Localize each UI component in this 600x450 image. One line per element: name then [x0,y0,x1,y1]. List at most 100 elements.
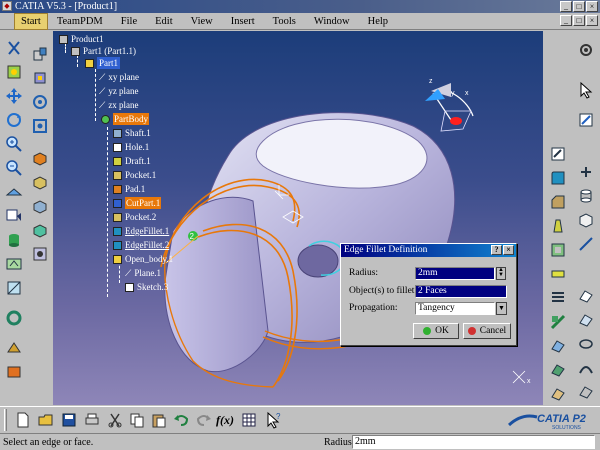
zoom-out-icon[interactable] [4,158,24,178]
render-style-icon[interactable] [4,278,24,298]
thickness-icon[interactable] [548,264,568,284]
tree-node-open-body[interactable]: Open_body.1 [113,253,173,265]
multi-view-icon[interactable] [4,206,24,226]
constraint-icon[interactable] [30,92,50,112]
pan-icon[interactable] [4,86,24,106]
redo-icon[interactable] [195,411,213,429]
tree-node-pad[interactable]: Pad.1 [113,183,145,195]
close-surface-icon[interactable] [548,360,568,380]
fillet-icon[interactable] [548,168,568,188]
tree-node-pocket-2[interactable]: Pocket.2 [113,211,156,223]
swept-icon[interactable] [4,308,24,328]
doc-minimize-button[interactable]: _ [560,15,572,26]
3d-viewport[interactable]: 2 z y x x Product1 Part1 (Part1.1) Part1… [53,31,543,405]
new-file-icon[interactable] [14,411,32,429]
chevron-down-icon[interactable]: ▼ [496,302,507,315]
select-arrow-icon[interactable] [576,80,596,100]
sweep-icon[interactable] [576,358,596,378]
pocket-icon[interactable] [30,172,50,192]
extrude-icon[interactable] [576,310,596,330]
zoom-in-icon[interactable] [4,134,24,154]
normal-view-icon[interactable] [4,182,24,202]
menu-start[interactable]: Start [14,12,48,30]
tree-node-pocket-1[interactable]: Pocket.1 [113,169,156,181]
thick-surface-icon[interactable] [548,336,568,356]
material-icon[interactable] [4,338,24,358]
menu-file[interactable]: File [112,14,146,29]
line-icon[interactable] [576,234,596,254]
tree-node-edgefillet-2[interactable]: EdgeFillet.2 [113,239,169,251]
surface-icon[interactable] [576,286,596,306]
tree-node-zx-plane[interactable]: ⟋ zx plane [99,99,139,111]
close-button[interactable]: × [586,1,598,12]
save-icon[interactable] [60,411,78,429]
cut-icon[interactable] [106,411,124,429]
cut-tool-icon[interactable] [4,38,24,58]
tree-node-cutpart[interactable]: CutPart.1 [113,197,162,209]
compass-icon[interactable]: z y x [425,78,474,132]
sketcher-icon[interactable] [548,144,568,164]
objects-field[interactable]: 2 Faces [415,285,507,298]
tree-node-xy-plane[interactable]: ⟋ xy plane [99,71,139,83]
hide-show-icon[interactable] [4,230,24,250]
settings-gear-icon[interactable] [576,40,596,60]
formula-icon[interactable]: f(x) [216,411,234,429]
hole-icon[interactable] [30,244,50,264]
dialog-titlebar[interactable]: Edge Fillet Definition ? × [341,244,516,257]
menu-teampdm[interactable]: TeamPDM [48,14,112,29]
tree-node-part[interactable]: Part1 [85,57,120,69]
chamfer-icon[interactable] [548,192,568,212]
tree-node-edgefillet-1[interactable]: EdgeFillet.1 [113,225,169,237]
split-icon[interactable] [548,312,568,332]
point-icon[interactable] [576,162,596,182]
groove-icon[interactable] [30,220,50,240]
menu-tools[interactable]: Tools [264,14,305,29]
swap-space-icon[interactable] [4,254,24,274]
sew-surface-icon[interactable] [548,384,568,404]
shaft-icon[interactable] [30,196,50,216]
undo-icon[interactable] [172,411,190,429]
pad-icon[interactable] [30,148,50,168]
radius-input[interactable]: 2mm [415,267,495,280]
revolve-icon[interactable] [576,334,596,354]
menu-insert[interactable]: Insert [222,14,264,29]
doc-close-button[interactable]: × [586,15,598,26]
cancel-button[interactable]: Cancel [463,323,511,339]
print-icon[interactable] [83,411,101,429]
menu-help[interactable]: Help [359,14,397,29]
tree-node-draft[interactable]: Draft.1 [113,155,151,167]
tree-node-sketch-3[interactable]: Sketch.3 [125,281,168,293]
offset-icon[interactable] [576,382,596,402]
apply-material-icon[interactable] [4,362,24,382]
maximize-button[interactable]: □ [573,1,585,12]
snap-icon[interactable] [30,116,50,136]
minimize-button[interactable]: _ [560,1,572,12]
tree-node-partbody[interactable]: PartBody [101,113,150,125]
thread-icon[interactable] [548,288,568,308]
part-icon[interactable] [30,68,50,88]
doc-restore-button[interactable]: □ [573,15,585,26]
menu-edit[interactable]: Edit [146,14,182,29]
dialog-help-button[interactable]: ? [491,245,502,255]
copy-icon[interactable] [128,411,146,429]
fit-all-icon[interactable] [4,62,24,82]
tree-node-shaft[interactable]: Shaft.1 [113,127,151,139]
tree-node-hole[interactable]: Hole.1 [113,141,149,153]
rotate-icon[interactable] [4,110,24,130]
shell-icon[interactable] [548,240,568,260]
ok-button[interactable]: OK [413,323,459,339]
draft-icon[interactable] [548,216,568,236]
menu-window[interactable]: Window [305,14,359,29]
cylinder-icon[interactable] [576,186,596,206]
radius-spinner[interactable]: ▲ ▼ [496,267,506,280]
table-icon[interactable] [240,411,258,429]
catia-app-icon[interactable]: ◆ [2,1,12,11]
propagation-select[interactable]: Tangency [415,302,495,315]
cube-icon[interactable] [576,210,596,230]
help-pointer-icon[interactable]: ? [264,411,282,429]
tree-node-product[interactable]: Product1 [59,33,104,45]
tree-node-part-instance[interactable]: Part1 (Part1.1) [71,45,136,57]
paste-icon[interactable] [150,411,168,429]
sketch-plane-icon[interactable] [576,110,596,130]
open-folder-icon[interactable] [37,411,55,429]
